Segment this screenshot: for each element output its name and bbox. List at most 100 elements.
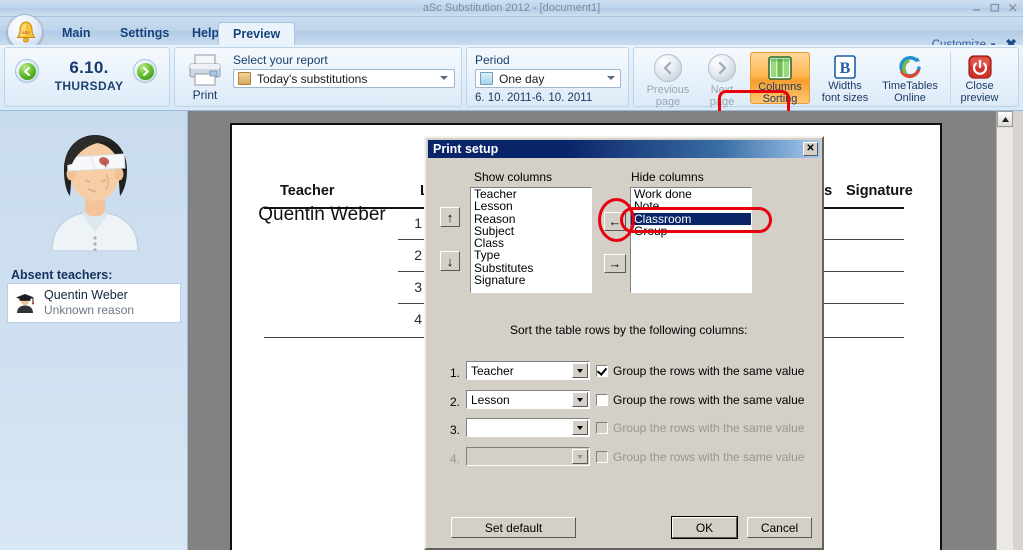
checkbox-box[interactable]: [596, 365, 608, 377]
table-header-signature: Signature: [846, 183, 913, 199]
list-item[interactable]: Lesson: [471, 200, 591, 213]
injured-teacher-avatar-icon: [40, 126, 150, 252]
next-page-label-1: Next: [710, 84, 734, 96]
period-value: One day: [499, 71, 545, 86]
next-day-button[interactable]: [133, 59, 157, 83]
list-item[interactable]: Note: [631, 200, 751, 213]
previous-page-label-2: page: [655, 95, 681, 108]
checkbox-box[interactable]: [596, 394, 608, 406]
period-label: Period: [475, 53, 510, 67]
previous-day-button[interactable]: [15, 59, 39, 83]
close-preview-button[interactable]: Close preview: [950, 52, 1008, 104]
group-rows-label-3: Group the rows with the same value: [613, 421, 805, 435]
period-range: 6. 10. 2011-6. 10. 2011: [475, 92, 593, 104]
chevron-down-icon[interactable]: [572, 420, 588, 435]
close-icon[interactable]: [1006, 1, 1019, 14]
absent-teachers-list: Quentin Weber Unknown reason: [7, 283, 181, 323]
dialog-titlebar: Print setup ✕: [428, 140, 820, 158]
previous-page-button[interactable]: Previous page: [642, 52, 694, 107]
previous-page-label-1: Previous: [646, 84, 690, 96]
table-columns-icon: [767, 55, 793, 81]
chevron-down-icon: [440, 76, 448, 80]
window-title: aSc Substitution 2012 - [document1]: [422, 2, 601, 14]
list-item[interactable]: Type: [471, 249, 591, 262]
back-arrow-icon: [653, 54, 683, 84]
power-icon: [967, 54, 993, 80]
select-report-label: Select your report: [233, 53, 328, 67]
scrollbar-backdrop: [1013, 111, 1023, 550]
print-group: Print Select your report Today's substit…: [174, 47, 462, 107]
check-icon: [596, 365, 608, 376]
move-left-button[interactable]: ←: [604, 212, 626, 231]
next-page-button[interactable]: Next page: [696, 52, 748, 107]
vertical-scrollbar[interactable]: [996, 111, 1013, 550]
tab-settings[interactable]: Settings: [106, 22, 183, 45]
sort-column-select-3[interactable]: [466, 418, 590, 437]
dialog-title: Print setup: [433, 142, 499, 156]
list-item[interactable]: Quentin Weber Unknown reason: [8, 284, 182, 322]
printer-icon[interactable]: [185, 52, 225, 88]
table-cell-lesson: 3: [414, 279, 422, 295]
sort-column-select-1[interactable]: Teacher: [466, 361, 590, 380]
list-item[interactable]: Signature: [471, 274, 591, 287]
timetables-label-2: Online: [894, 91, 926, 104]
widths-label-1: Widths: [828, 80, 862, 92]
widths-font-sizes-button[interactable]: B Widths font sizes: [816, 52, 874, 104]
show-columns-listbox[interactable]: Teacher Lesson Reason Subject Class Type…: [470, 187, 592, 293]
ok-button[interactable]: OK: [671, 516, 738, 539]
checkbox-box: [596, 451, 608, 463]
svg-text:B: B: [840, 60, 851, 77]
sort-index-1: 1.: [450, 366, 461, 380]
timetables-online-button[interactable]: TimeTables Online: [878, 52, 942, 104]
maximize-icon[interactable]: [988, 1, 1001, 14]
current-date: 6.10.: [69, 58, 109, 77]
tab-main[interactable]: Main: [48, 22, 104, 45]
tab-preview[interactable]: Preview: [218, 22, 296, 46]
dialog-close-icon[interactable]: ✕: [803, 142, 818, 156]
group-rows-label-4: Group the rows with the same value: [613, 450, 805, 464]
ribbon-tabstrip: aSc Main Settings Help Preview Customize…: [0, 14, 1023, 51]
minimize-icon[interactable]: [970, 1, 983, 14]
move-right-button[interactable]: →: [604, 254, 626, 273]
ribbon-body: 6.10. THURSDAY Print Select your report …: [0, 45, 1023, 156]
sort-column-select-2[interactable]: Lesson: [466, 390, 590, 409]
print-setup-dialog: Print setup ✕ Show columns Hide columns …: [424, 136, 824, 550]
timetables-label-1: TimeTables: [882, 80, 938, 92]
group-rows-checkbox-2[interactable]: Group the rows with the same value: [596, 393, 804, 407]
chevron-down-icon[interactable]: [572, 363, 588, 378]
bold-b-icon: B: [832, 54, 858, 80]
chevron-down-icon[interactable]: [572, 392, 588, 407]
columns-sorting-button[interactable]: Columns Sorting: [750, 52, 810, 104]
right-arrow-icon: [136, 62, 154, 80]
scroll-up-button[interactable]: [997, 111, 1013, 127]
period-select[interactable]: One day: [475, 69, 621, 88]
group-rows-label-2: Group the rows with the same value: [613, 393, 805, 407]
sort-column-value-2: Lesson: [471, 392, 510, 407]
hide-columns-listbox[interactable]: Work done Note Classroom Group: [630, 187, 752, 293]
report-select[interactable]: Today's substitutions: [233, 69, 455, 88]
columns-sorting-label-2: Sorting: [762, 92, 798, 105]
table-cell-lesson: 4: [414, 311, 422, 327]
current-weekday: THURSDAY: [54, 79, 124, 93]
window-controls: [970, 1, 1019, 14]
report-file-icon: [238, 72, 251, 85]
move-up-button[interactable]: ↑: [440, 207, 460, 227]
table-cell-lesson: 1: [414, 215, 422, 231]
report-value: Today's substitutions: [257, 71, 368, 86]
forward-arrow-icon: [707, 54, 737, 84]
left-arrow-icon: [18, 62, 36, 80]
cancel-button[interactable]: Cancel: [747, 517, 812, 538]
columns-sorting-label-1: Columns: [758, 81, 802, 93]
move-down-button[interactable]: ↓: [440, 251, 460, 271]
absent-teachers-label: Absent teachers:: [11, 268, 113, 282]
sort-caption: Sort the table rows by the following col…: [510, 323, 748, 337]
group-rows-checkbox-1[interactable]: Group the rows with the same value: [596, 364, 804, 378]
chevron-down-icon: [607, 76, 615, 80]
list-item[interactable]: Group: [631, 225, 751, 238]
checkbox-box: [596, 422, 608, 434]
table-cell-teacher: Quentin Weber: [258, 204, 386, 225]
set-default-button[interactable]: Set default: [451, 517, 576, 538]
scrollbar-track[interactable]: [997, 128, 1013, 550]
sort-index-2: 2.: [450, 395, 461, 409]
sort-column-value-1: Teacher: [471, 363, 514, 378]
